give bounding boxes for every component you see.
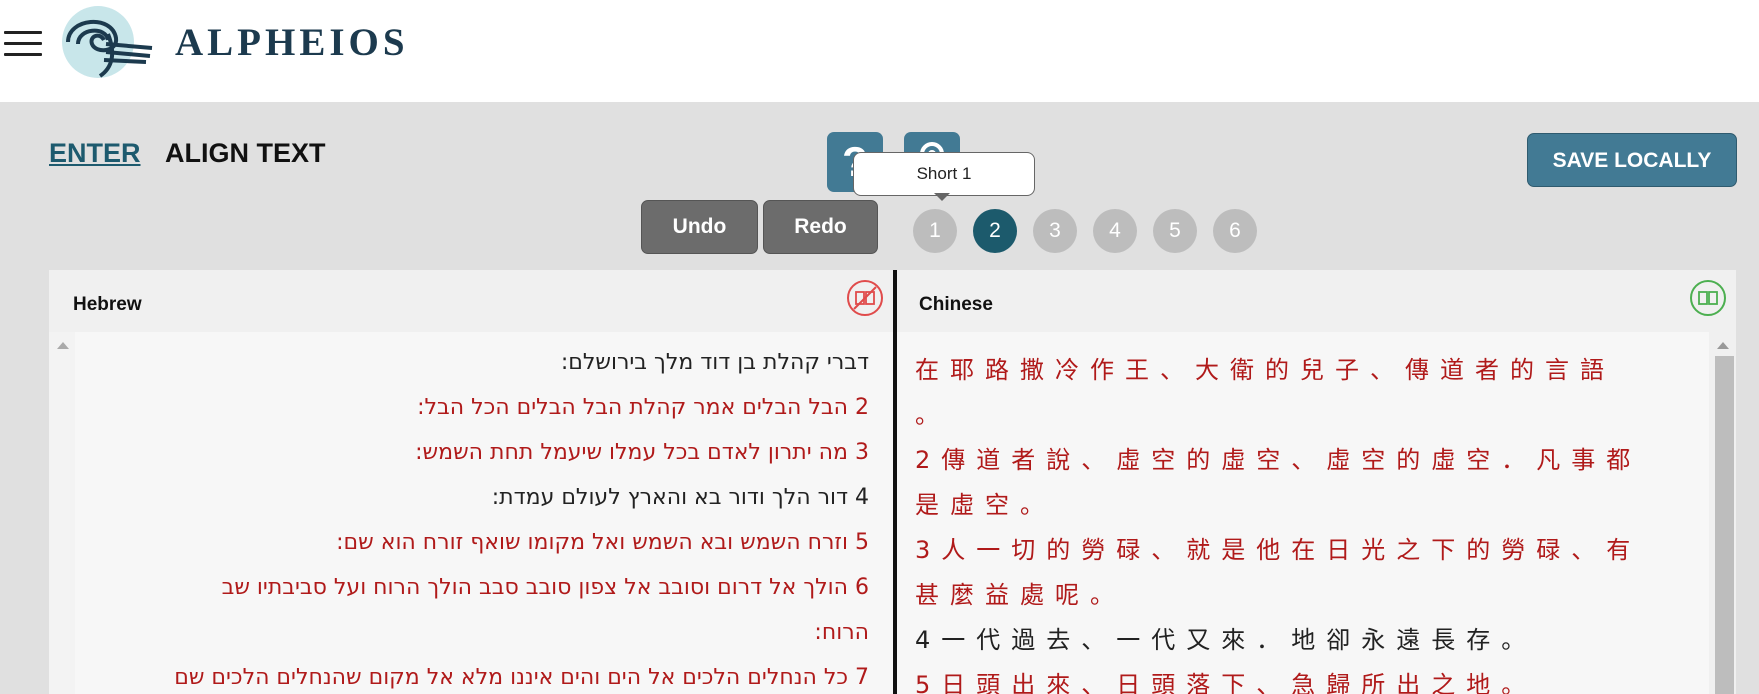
top-bar: ALPHEIOS <box>0 0 1759 102</box>
scroll-up-arrow-icon[interactable] <box>1717 342 1729 349</box>
hebrew-line[interactable]: 2 הבל הבלים אמר קהלת הבל הבלים הכל הבל: <box>417 395 869 420</box>
chinese-line[interactable]: 3人一切的勞碌、就是他在日光之下的勞碌、有 <box>915 530 1641 565</box>
chinese-line[interactable]: 是虛空。 <box>915 485 1055 520</box>
save-locally-button[interactable]: SAVE LOCALLY <box>1527 133 1737 187</box>
hebrew-line[interactable]: דברי קהלת בן דוד מלך בירושלם: <box>561 350 869 375</box>
hamburger-menu-icon[interactable] <box>4 31 42 57</box>
step-3-button[interactable]: 3 <box>1033 209 1077 253</box>
tooltip-arrow <box>934 193 950 201</box>
undo-button[interactable]: Undo <box>641 200 758 254</box>
chinese-line[interactable]: 在耶路撒冷作王、大衛的兒子、傳道者的言語 <box>915 350 1615 385</box>
chinese-panel-title: Chinese <box>919 294 993 315</box>
chinese-line[interactable]: 甚麼益處呢。 <box>915 575 1125 610</box>
chinese-line[interactable]: 4一代過去、一代又來．地卻永遠長存。 <box>915 620 1536 655</box>
step-tooltip: Short 1 <box>853 152 1035 196</box>
hebrew-line[interactable]: 5 וזרח השמש ובא השמש ואל מקומו שואף זורח… <box>336 530 869 555</box>
nav-align-text: ALIGN TEXT <box>165 138 326 168</box>
scroll-up-arrow-icon[interactable] <box>57 342 69 349</box>
alpheios-logo-icon <box>62 6 153 78</box>
step-4-button[interactable]: 4 <box>1093 209 1137 253</box>
redo-button[interactable]: Redo <box>763 200 878 254</box>
chinese-text-area: 在耶路撒冷作王、大衛的兒子、傳道者的言語 。 2傳道者說、虛空的虛空、虛空的虛空… <box>897 332 1709 694</box>
hebrew-line[interactable]: 4 דור הלך ודור בא והארץ לעולם עמדת: <box>492 485 869 510</box>
chinese-panel-header: Chinese <box>897 270 1736 332</box>
chinese-panel: Chinese 在耶路撒冷作王、大衛的兒子、傳道者的言語 。 2傳道者說、虛空的… <box>897 270 1736 694</box>
vertical-scrollbar[interactable] <box>1709 332 1736 694</box>
hebrew-line[interactable]: 3 מה יתרון לאדם בכל עמלו שיעמל תחת השמש: <box>415 440 869 465</box>
hebrew-text-area: דברי קהלת בן דוד מלך בירושלם: 2 הבל הבלי… <box>75 332 893 694</box>
chinese-line[interactable]: 5日頭出來、日頭落下、急歸所出之地。 <box>915 665 1536 694</box>
logo-text: ALPHEIOS <box>175 21 409 64</box>
chinese-line[interactable]: 。 <box>915 395 950 430</box>
hebrew-panel: Hebrew דברי קהלת בן דוד מלך בירושלם: 2 ה… <box>49 270 893 694</box>
book-disabled-icon[interactable] <box>847 280 883 316</box>
hebrew-line[interactable]: 7 כל הנחלים הלכים אל הים והים איננו מלא … <box>174 665 869 690</box>
book-enabled-icon[interactable] <box>1690 280 1726 316</box>
hebrew-panel-title: Hebrew <box>73 294 142 315</box>
hebrew-panel-header: Hebrew <box>49 270 893 332</box>
hebrew-line[interactable]: הרוח: <box>814 620 869 645</box>
nav-enter-link[interactable]: ENTER <box>49 138 141 169</box>
chinese-line[interactable]: 2傳道者說、虛空的虛空、虛空的虛空．凡事都 <box>915 440 1641 475</box>
step-1-button[interactable]: 1 <box>913 209 957 253</box>
step-6-button[interactable]: 6 <box>1213 209 1257 253</box>
step-2-button[interactable]: 2 <box>973 209 1017 253</box>
hebrew-line[interactable]: 6 הולך אל דרום וסובב אל צפון סובב סבב הו… <box>222 575 869 600</box>
scrollbar-thumb[interactable] <box>1715 356 1734 694</box>
step-5-button[interactable]: 5 <box>1153 209 1197 253</box>
